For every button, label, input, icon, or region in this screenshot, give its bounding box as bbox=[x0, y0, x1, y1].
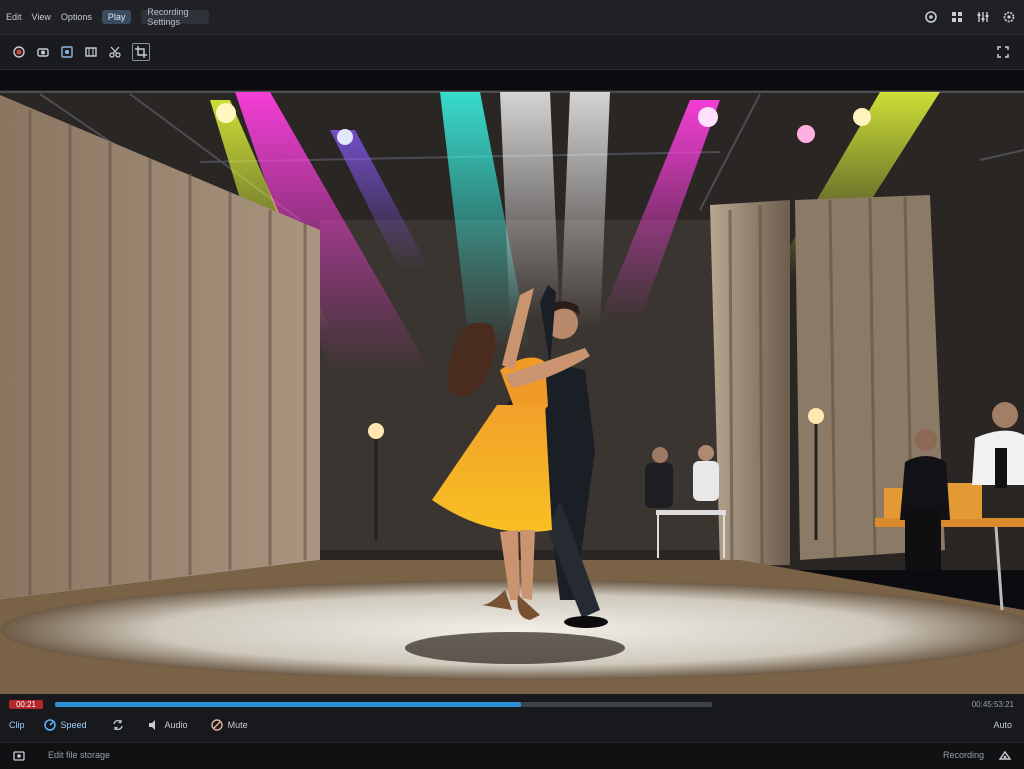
camera-icon[interactable] bbox=[36, 45, 50, 59]
menu-tab-view[interactable]: View bbox=[32, 12, 51, 22]
clip-label: Clip bbox=[9, 720, 25, 730]
speed-button[interactable]: Speed bbox=[43, 718, 87, 732]
menu-tab-options[interactable]: Options bbox=[61, 12, 92, 22]
audio-label: Audio bbox=[164, 720, 188, 730]
gear-icon[interactable] bbox=[1002, 10, 1016, 24]
status-right-text: Recording bbox=[942, 750, 984, 760]
menu-tab-edit[interactable]: Edit bbox=[6, 12, 22, 22]
toolbar bbox=[0, 35, 1024, 70]
mute-button[interactable]: Mute bbox=[210, 718, 248, 732]
status-bar: Edit file storage Recording bbox=[0, 742, 1024, 769]
speaker-icon bbox=[147, 718, 161, 732]
screenshot-icon[interactable] bbox=[60, 45, 74, 59]
clip-button[interactable]: Clip bbox=[9, 720, 25, 730]
mute-icon bbox=[210, 718, 224, 732]
speed-icon bbox=[43, 718, 57, 732]
loop-button[interactable] bbox=[111, 718, 125, 732]
menu-tab-recording-settings[interactable]: Recording Settings bbox=[141, 7, 210, 27]
status-left-text: Edit file storage bbox=[48, 750, 111, 760]
player-controls: 00:21 00:45:53:21 Clip Speed Audio Mute … bbox=[0, 694, 1024, 742]
scissors-icon[interactable] bbox=[108, 45, 122, 59]
audio-button[interactable]: Audio bbox=[147, 718, 188, 732]
recording-status-icon[interactable] bbox=[998, 749, 1012, 763]
grid-icon[interactable] bbox=[950, 10, 964, 24]
video-viewport[interactable] bbox=[0, 70, 1024, 694]
settings-icon[interactable] bbox=[924, 10, 938, 24]
crop-icon[interactable] bbox=[132, 43, 150, 61]
fullscreen-icon[interactable] bbox=[996, 45, 1010, 59]
speed-label: Speed bbox=[60, 720, 87, 730]
quality-button[interactable]: Auto bbox=[993, 720, 1012, 730]
current-time-badge: 00:21 bbox=[9, 700, 43, 709]
video-frame bbox=[0, 70, 1024, 694]
loop-icon bbox=[111, 718, 125, 732]
folder-icon[interactable] bbox=[12, 749, 26, 763]
seek-bar[interactable] bbox=[55, 702, 712, 707]
film-icon[interactable] bbox=[84, 45, 98, 59]
sliders-icon[interactable] bbox=[976, 10, 990, 24]
timecode-readout: 00:45:53:21 bbox=[971, 700, 1014, 709]
mute-label: Mute bbox=[227, 720, 248, 730]
record-icon[interactable] bbox=[12, 45, 26, 59]
seek-bar-progress bbox=[55, 702, 522, 707]
menu-tab-play[interactable]: Play bbox=[101, 10, 132, 24]
title-bar: Edit View Options Play Recording Setting… bbox=[0, 0, 1024, 35]
